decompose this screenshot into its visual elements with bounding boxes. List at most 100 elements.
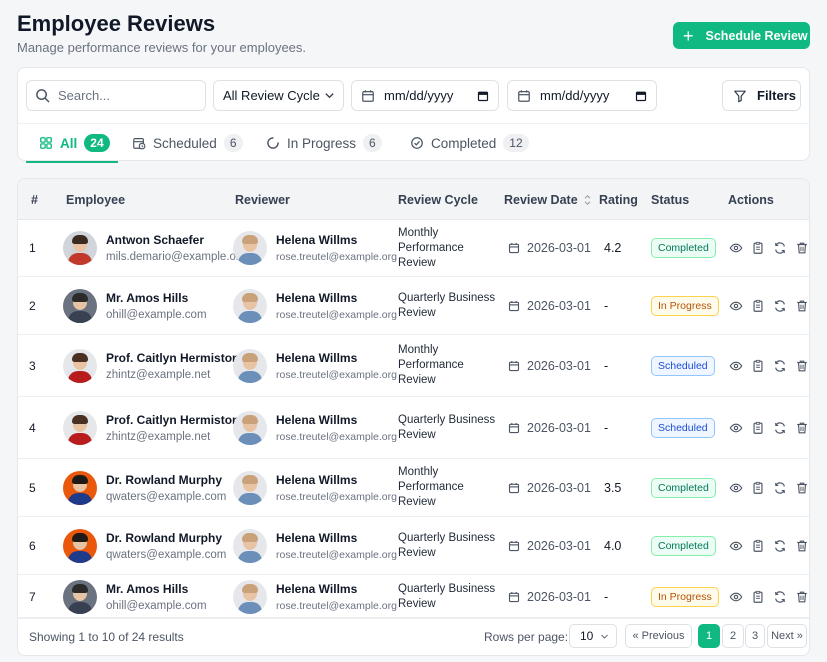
table-row[interactable]: 6 Dr. Rowland Murphy qwaters@example.com… [18,517,809,575]
reviewer-name[interactable]: Helena Willms [276,291,397,305]
view-eye-icon[interactable] [729,299,743,313]
tab-all[interactable]: All 24 [26,124,118,163]
filters-button[interactable]: Filters [722,80,801,111]
view-eye-icon[interactable] [729,539,743,553]
column-header-review-date[interactable]: Review Date [504,179,592,220]
refresh-icon[interactable] [773,241,787,255]
clipboard-icon[interactable] [751,481,765,495]
delete-trash-icon[interactable] [795,590,809,604]
review-cycle-line-2: Review [398,546,436,559]
calendar-icon [518,89,530,102]
status-badge: Scheduled [651,417,715,438]
tab-in-progress[interactable]: In Progress 6 [266,124,382,162]
table-row[interactable]: 4 Prof. Caitlyn Hermiston zhintz@example… [18,397,809,459]
employee-name[interactable]: Prof. Caitlyn Hermiston [106,351,239,365]
row-number: 1 [29,241,36,255]
view-eye-icon[interactable] [729,481,743,495]
next-page-button[interactable]: Next » [767,624,807,648]
reviewer-cell: Helena Willms rose.treutel@example.org [233,517,397,574]
calendar-picker-icon[interactable] [477,90,489,102]
employee-name[interactable]: Dr. Rowland Murphy [106,473,226,487]
refresh-icon[interactable] [773,299,787,313]
employee-name[interactable]: Dr. Rowland Murphy [106,531,226,545]
sort-icon[interactable] [583,194,592,206]
employee-cell: Mr. Amos Hills ohill@example.com [63,575,207,618]
employee-name[interactable]: Mr. Amos Hills [106,291,207,305]
row-number: 3 [29,358,36,373]
reviewer-name[interactable]: Helena Willms [276,413,397,427]
clipboard-icon[interactable] [751,590,765,604]
date-to-field[interactable]: mm/dd/yyyy [507,80,657,111]
page-button-1[interactable]: 1 [698,624,720,648]
page-header: Employee Reviews Manage performance revi… [17,10,810,60]
review-cycle-select[interactable]: All Review Cycle [213,80,344,111]
reviewer-email: rose.treutel@example.org [276,599,397,612]
page-button-3[interactable]: 3 [745,624,765,648]
refresh-icon[interactable] [773,481,787,495]
reviewer-email: rose.treutel@example.org [276,251,397,263]
refresh-icon[interactable] [773,359,787,373]
clipboard-icon[interactable] [751,539,765,553]
view-eye-icon[interactable] [729,359,743,373]
reviewer-name[interactable]: Helena Willms [276,351,397,365]
review-cycle-cell: Quarterly Business Review [398,397,503,458]
refresh-icon[interactable] [773,539,787,553]
delete-trash-icon[interactable] [795,421,809,435]
calendar-clock-icon [133,138,146,150]
delete-trash-icon[interactable] [795,539,809,553]
review-cycle-value: All Review Cycle [223,88,320,103]
previous-page-button[interactable]: « Previous [625,624,692,648]
employee-avatar [63,288,97,323]
employee-name[interactable]: Prof. Caitlyn Hermiston [106,413,239,427]
status-badge: In Progress [651,295,719,316]
view-eye-icon[interactable] [729,241,743,255]
clipboard-icon[interactable] [751,299,765,313]
tab-completed-count: 12 [503,134,529,152]
date-from-field[interactable]: mm/dd/yyyy [351,80,499,111]
reviewer-cell: Helena Willms rose.treutel@example.org [233,397,397,458]
employee-email: mils.demario@example.org [106,251,247,263]
reviewer-cell: Helena Willms rose.treutel@example.org [233,335,397,396]
check-circle-icon [411,137,423,149]
view-eye-icon[interactable] [729,590,743,604]
tab-completed[interactable]: Completed 12 [410,124,529,162]
clipboard-icon[interactable] [751,421,765,435]
reviewer-name[interactable]: Helena Willms [276,582,397,596]
table-footer: Showing 1 to 10 of 24 results Rows per p… [18,617,809,655]
review-cycle-cell: Monthly Performance Review [398,459,503,516]
delete-trash-icon[interactable] [795,241,809,255]
rows-per-page-label: Rows per page: [484,630,569,644]
table-row[interactable]: 3 Prof. Caitlyn Hermiston zhintz@example… [18,335,809,397]
employee-name[interactable]: Antwon Schaefer [106,233,246,247]
reviewer-email: rose.treutel@example.org [276,430,397,443]
review-cycle-line-2: Review [398,374,436,386]
delete-trash-icon[interactable] [795,299,809,313]
reviewer-name[interactable]: Helena Willms [276,233,397,247]
table-row[interactable]: 1 Antwon Schaefer mils.demario@example.o… [18,220,809,277]
employee-name[interactable]: Mr. Amos Hills [106,582,207,596]
refresh-icon[interactable] [773,421,787,435]
review-cycle-line-1: Quarterly Business [398,413,496,426]
refresh-icon[interactable] [773,590,787,604]
delete-trash-icon[interactable] [795,481,809,495]
delete-trash-icon[interactable] [795,359,809,373]
table-row[interactable]: 7 Mr. Amos Hills ohill@example.com Helen… [18,575,809,619]
clipboard-icon[interactable] [751,241,765,255]
status-cell: Completed [651,459,716,516]
schedule-review-button[interactable]: + Schedule Review [673,22,810,49]
employee-cell: Antwon Schaefer mils.demario@example.org [63,220,246,276]
rows-per-page-select[interactable]: 10 [569,624,617,648]
rating-value: - [604,358,609,373]
search-input[interactable]: Search... [26,80,206,111]
review-cycle-line-1: Quarterly Business [398,582,496,595]
clipboard-icon[interactable] [751,359,765,373]
reviewer-name[interactable]: Helena Willms [276,473,397,487]
page-button-2[interactable]: 2 [722,624,744,648]
view-eye-icon[interactable] [729,421,743,435]
table-row[interactable]: 2 Mr. Amos Hills ohill@example.com Helen… [18,277,809,335]
tab-scheduled[interactable]: Scheduled 6 [132,124,243,162]
calendar-picker-icon[interactable] [635,90,647,102]
filter-card: Search... All Review Cycle mm/dd/yyyy mm… [17,67,810,163]
table-row[interactable]: 5 Dr. Rowland Murphy qwaters@example.com… [18,459,809,517]
reviewer-name[interactable]: Helena Willms [276,531,397,545]
